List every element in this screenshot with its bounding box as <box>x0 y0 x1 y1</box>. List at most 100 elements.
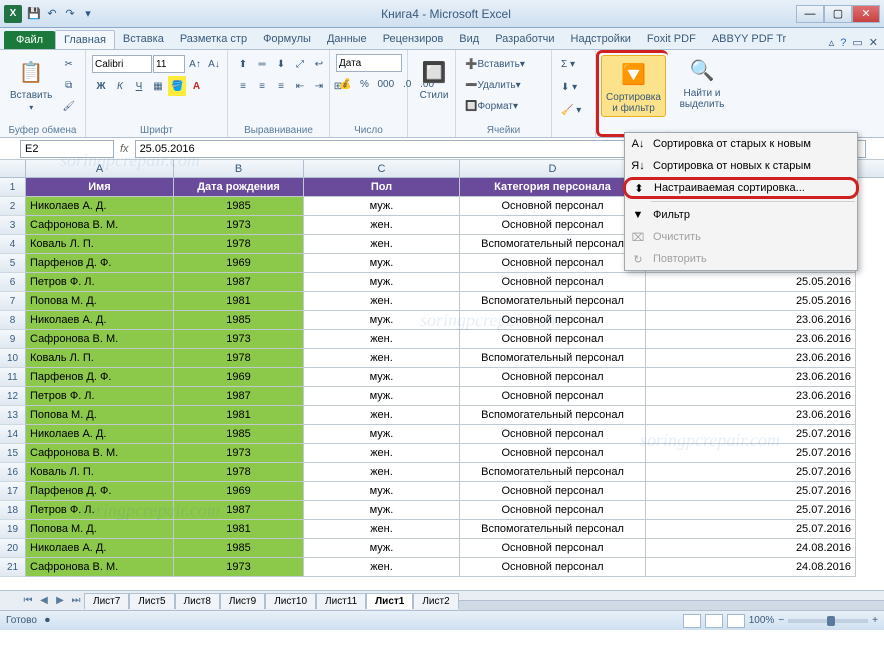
row-header[interactable]: 12 <box>0 387 26 406</box>
cell[interactable]: Попова М. Д. <box>26 520 174 539</box>
autosum-icon[interactable]: Σ ▾ <box>558 54 578 74</box>
redo-icon[interactable]: ↷ <box>62 6 78 22</box>
sheet-tab[interactable]: Лист9 <box>220 593 265 609</box>
row-header[interactable]: 19 <box>0 520 26 539</box>
underline-button[interactable]: Ч <box>130 76 148 96</box>
cell[interactable]: 23.06.2016 <box>646 330 856 349</box>
row-header[interactable]: 15 <box>0 444 26 463</box>
row-header[interactable]: 13 <box>0 406 26 425</box>
cell[interactable]: Основной персонал <box>460 197 646 216</box>
name-box[interactable] <box>20 140 114 158</box>
undo-icon[interactable]: ↶ <box>44 6 60 22</box>
bold-button[interactable]: Ж <box>92 76 110 96</box>
cell[interactable]: 24.08.2016 <box>646 558 856 577</box>
cell[interactable]: 23.06.2016 <box>646 387 856 406</box>
fill-icon[interactable]: ⬇ ▾ <box>558 77 580 97</box>
row-header[interactable]: 14 <box>0 425 26 444</box>
qat-more-icon[interactable]: ▾ <box>80 6 96 22</box>
ribbon-tab-abbyy pdf tr[interactable]: ABBYY PDF Tr <box>704 30 794 49</box>
cell[interactable]: жен. <box>304 520 460 539</box>
sheet-tab[interactable]: Лист10 <box>265 593 316 609</box>
format-cells-button[interactable]: 🔲 Формат ▾ <box>462 96 552 116</box>
cell[interactable]: жен. <box>304 330 460 349</box>
styles-button[interactable]: 🔲 Стили <box>414 54 454 103</box>
table-header-cell[interactable]: Пол <box>304 178 460 197</box>
cell[interactable]: 1985 <box>174 311 304 330</box>
save-icon[interactable]: 💾 <box>26 6 42 22</box>
font-color-icon[interactable]: A <box>187 76 205 96</box>
macro-record-icon[interactable]: ⏺ <box>45 615 50 626</box>
cell[interactable]: Вспомогательный персонал <box>460 406 646 425</box>
cell[interactable]: 1985 <box>174 425 304 444</box>
italic-button[interactable]: К <box>111 76 129 96</box>
cell[interactable]: 1978 <box>174 235 304 254</box>
cell[interactable]: Основной персонал <box>460 482 646 501</box>
clear-icon[interactable]: 🧹 ▾ <box>558 100 584 120</box>
custom-sort-item[interactable]: ⬍ Настраиваемая сортировка... <box>623 177 859 199</box>
cell[interactable]: муж. <box>304 425 460 444</box>
align-left-icon[interactable]: ≡ <box>234 76 252 96</box>
sheet-tab[interactable]: Лист2 <box>413 593 458 609</box>
cell[interactable]: 23.06.2016 <box>646 311 856 330</box>
row-header[interactable]: 21 <box>0 558 26 577</box>
cell[interactable]: Николаев А. Д. <box>26 539 174 558</box>
row-header[interactable]: 2 <box>0 197 26 216</box>
currency-icon[interactable]: 💰 <box>336 74 354 94</box>
align-top-icon[interactable]: ⬆ <box>234 54 252 74</box>
number-format-select[interactable] <box>336 54 402 72</box>
indent-inc-icon[interactable]: ⇥ <box>310 76 328 96</box>
file-tab[interactable]: Файл <box>4 31 55 49</box>
window-options-icon[interactable]: ▭ <box>852 36 862 49</box>
cell[interactable]: Основной персонал <box>460 501 646 520</box>
cell[interactable]: Сафронова В. М. <box>26 330 174 349</box>
cell[interactable]: 25.07.2016 <box>646 463 856 482</box>
cell[interactable]: 25.05.2016 <box>646 273 856 292</box>
cell[interactable]: жен. <box>304 444 460 463</box>
cell[interactable]: 1969 <box>174 482 304 501</box>
cell[interactable]: жен. <box>304 406 460 425</box>
ribbon-tab-данные[interactable]: Данные <box>319 30 375 49</box>
cell[interactable]: 1981 <box>174 292 304 311</box>
ribbon-tab-главная[interactable]: Главная <box>55 30 115 49</box>
cell[interactable]: Сафронова В. М. <box>26 216 174 235</box>
cell[interactable]: 1978 <box>174 349 304 368</box>
cell[interactable]: 1987 <box>174 501 304 520</box>
cell[interactable]: 1969 <box>174 368 304 387</box>
col-header-d[interactable]: D <box>460 160 646 177</box>
find-select-button[interactable]: 🔍 Найти и выделить <box>674 52 730 112</box>
sort-newest-oldest-item[interactable]: Я↓ Сортировка от новых к старым <box>625 155 857 177</box>
cell[interactable]: жен. <box>304 349 460 368</box>
cell[interactable]: Петров Ф. Л. <box>26 387 174 406</box>
cell[interactable]: Основной персонал <box>460 311 646 330</box>
tab-nav-prev-icon[interactable]: ◀ <box>36 593 52 609</box>
row-header[interactable]: 10 <box>0 349 26 368</box>
doc-close-icon[interactable]: ✕ <box>869 36 878 49</box>
cell[interactable]: жен. <box>304 292 460 311</box>
cell[interactable]: 25.07.2016 <box>646 520 856 539</box>
sheet-tab[interactable]: Лист5 <box>129 593 174 609</box>
format-painter-icon[interactable]: 🖌 <box>59 96 78 116</box>
align-bottom-icon[interactable]: ⬇ <box>272 54 290 74</box>
view-normal-icon[interactable] <box>683 614 701 628</box>
row-header[interactable]: 17 <box>0 482 26 501</box>
cell[interactable]: муж. <box>304 273 460 292</box>
cell[interactable]: Основной персонал <box>460 216 646 235</box>
cell[interactable]: Основной персонал <box>460 330 646 349</box>
view-layout-icon[interactable] <box>705 614 723 628</box>
tab-nav-next-icon[interactable]: ▶ <box>52 593 68 609</box>
row-header[interactable]: 7 <box>0 292 26 311</box>
cell[interactable]: 1987 <box>174 387 304 406</box>
cell[interactable]: 1978 <box>174 463 304 482</box>
table-header-cell[interactable]: Дата рождения <box>174 178 304 197</box>
cell[interactable]: 1969 <box>174 254 304 273</box>
orientation-icon[interactable]: ⤢ <box>291 54 309 74</box>
cell[interactable]: Основной персонал <box>460 425 646 444</box>
cell[interactable]: 23.06.2016 <box>646 406 856 425</box>
cell[interactable]: 23.06.2016 <box>646 368 856 387</box>
row-header[interactable]: 1 <box>0 178 26 197</box>
row-header[interactable]: 20 <box>0 539 26 558</box>
cell[interactable]: Коваль Л. П. <box>26 463 174 482</box>
cell[interactable]: Вспомогательный персонал <box>460 463 646 482</box>
cell[interactable]: Вспомогательный персонал <box>460 520 646 539</box>
cell[interactable]: Петров Ф. Л. <box>26 501 174 520</box>
